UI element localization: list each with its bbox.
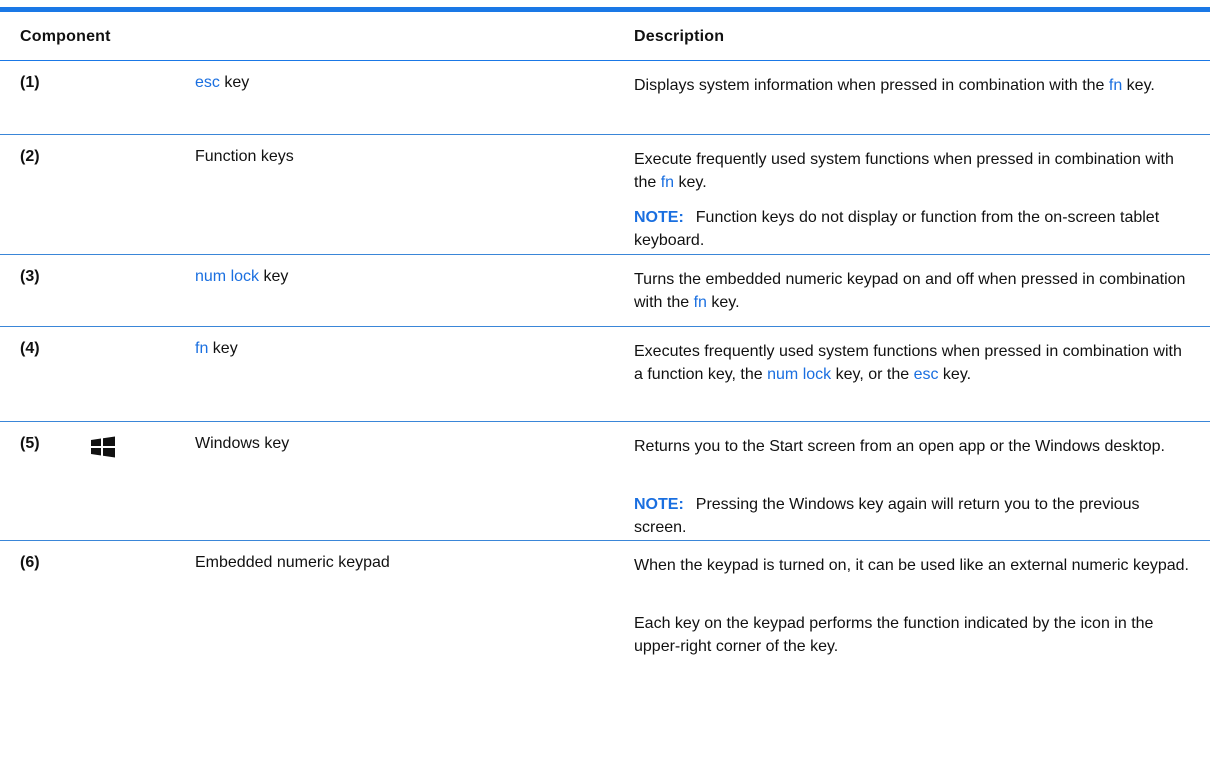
row-number: (1) xyxy=(20,74,40,91)
note-text: Pressing the Windows key again will retu… xyxy=(634,496,1140,536)
header-description: Description xyxy=(634,28,725,45)
header-component: Component xyxy=(20,28,111,45)
row-number: (4) xyxy=(20,340,40,357)
keyword-link[interactable]: fn xyxy=(195,340,208,357)
row-number: (2) xyxy=(20,148,40,165)
component-name: num lock key xyxy=(195,268,289,285)
component-description: When the keypad is turned on, it can be … xyxy=(634,557,1189,574)
windows-logo-icon xyxy=(91,436,115,458)
component-name: Windows key xyxy=(195,435,290,452)
keyword-link[interactable]: num lock xyxy=(767,366,831,383)
component-description: Returns you to the Start screen from an … xyxy=(634,438,1165,455)
keyword-link[interactable]: fn xyxy=(694,294,707,311)
note-label: NOTE: xyxy=(634,496,684,513)
note-text: Function keys do not display or function… xyxy=(634,209,1160,249)
row-number: (3) xyxy=(20,268,40,285)
keyword-link[interactable]: esc xyxy=(914,366,939,383)
table-row: (1) esc key Displays system information … xyxy=(0,61,1210,135)
table-row: (5) Windows key Returns you to the Start… xyxy=(0,422,1210,541)
note: NOTE: Function keys do not display or fun… xyxy=(634,206,1194,252)
component-name: fn key xyxy=(195,340,238,357)
note-label: NOTE: xyxy=(634,209,684,226)
keyword-link[interactable]: fn xyxy=(661,174,674,191)
component-description: Turns the embedded numeric keypad on and… xyxy=(634,271,1186,311)
component-description-detail: Each key on the keypad performs the func… xyxy=(634,615,1154,655)
component-name: Embedded numeric keypad xyxy=(195,554,390,571)
keyword-link[interactable]: fn xyxy=(1109,77,1122,94)
row-number: (5) xyxy=(20,435,40,452)
component-name: esc key xyxy=(195,74,250,91)
table-row: (2) Function keys Execute frequently use… xyxy=(0,135,1210,255)
table-header: Component Description xyxy=(0,12,1210,61)
note: NOTE: Pressing the Windows key again will… xyxy=(634,493,1194,539)
keyword-link[interactable]: num lock xyxy=(195,268,259,285)
component-description: Executes frequently used system function… xyxy=(634,343,1182,383)
component-description: Displays system information when pressed… xyxy=(634,77,1155,94)
component-name: Function keys xyxy=(195,148,294,165)
table-row: (3) num lock key Turns the embedded nume… xyxy=(0,255,1210,327)
component-description: Execute frequently used system functions… xyxy=(634,151,1174,191)
table-row: (6) Embedded numeric keypad When the key… xyxy=(0,541,1210,762)
row-number: (6) xyxy=(20,554,40,571)
keyword-link[interactable]: esc xyxy=(195,74,220,91)
table-row: (4) fn key Executes frequently used syst… xyxy=(0,327,1210,422)
